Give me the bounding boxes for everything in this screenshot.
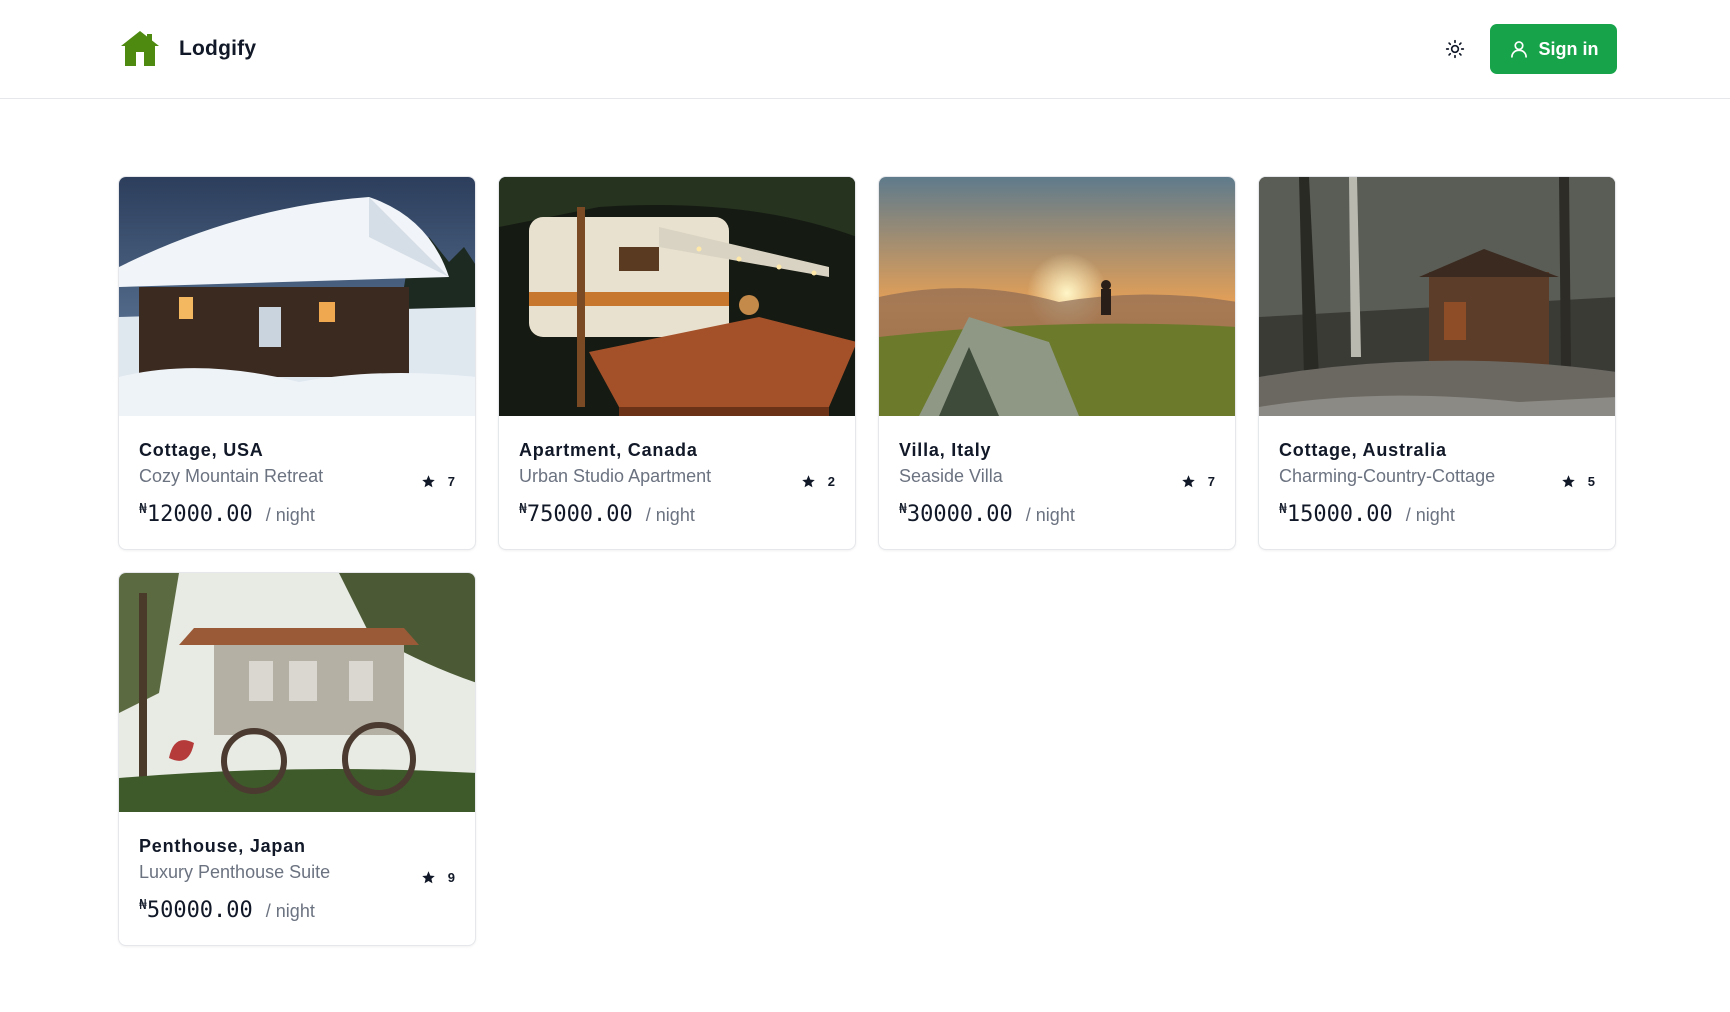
star-icon xyxy=(1562,475,1575,488)
currency-symbol: ₦ xyxy=(899,502,907,517)
currency-symbol: ₦ xyxy=(139,502,147,517)
price-amount: 15000.00 xyxy=(1286,502,1393,527)
brand-logo-link[interactable]: Lodgify xyxy=(119,27,256,71)
listing-photo xyxy=(119,573,475,812)
listing-card[interactable]: Apartment, Canada Urban Studio Apartment… xyxy=(498,176,856,550)
currency-symbol: ₦ xyxy=(1279,502,1287,517)
price-unit: / night xyxy=(265,901,315,921)
currency-symbol: ₦ xyxy=(139,898,147,913)
wagon-house-image xyxy=(119,573,475,812)
sign-in-button[interactable]: Sign in xyxy=(1490,24,1617,74)
listing-price: ₦ 12000.00 / night xyxy=(139,502,455,527)
listing-title: Luxury Penthouse Suite xyxy=(139,862,331,882)
listing-card[interactable]: Villa, Italy Seaside Villa ₦ 30000.00 / … xyxy=(878,176,1236,550)
listing-photo xyxy=(119,177,475,416)
star-icon xyxy=(1182,475,1195,488)
rating-value: 2 xyxy=(827,474,835,489)
top-navbar: Lodgify Sign in xyxy=(0,0,1730,99)
user-icon xyxy=(1510,41,1527,58)
price-unit: / night xyxy=(1025,505,1075,525)
price-unit: / night xyxy=(265,505,315,525)
listing-photo xyxy=(499,177,855,416)
brand-name: Lodgify xyxy=(179,37,257,60)
listing-location: Cottage, USA xyxy=(139,440,264,460)
listing-card[interactable]: Penthouse, Japan Luxury Penthouse Suite … xyxy=(118,572,476,946)
star-icon xyxy=(422,475,435,488)
star-icon xyxy=(422,871,435,884)
price-unit: / night xyxy=(1405,505,1455,525)
listing-location: Penthouse, Japan xyxy=(139,836,306,856)
sun-icon xyxy=(1445,39,1465,59)
tent-sunset-image xyxy=(879,177,1235,416)
star-icon xyxy=(802,475,815,488)
listing-title: Seaside Villa xyxy=(899,466,1003,486)
rating-value: 9 xyxy=(447,870,455,885)
listing-rating: 5 xyxy=(1561,474,1595,489)
sign-in-label: Sign in xyxy=(1538,38,1599,59)
currency-symbol: ₦ xyxy=(519,502,527,517)
listing-price: ₦ 50000.00 / night xyxy=(139,898,455,923)
listing-title: Charming-Country-Cottage xyxy=(1279,466,1496,486)
price-amount: 12000.00 xyxy=(146,502,253,527)
listing-title: Cozy Mountain Retreat xyxy=(139,466,324,486)
price-amount: 30000.00 xyxy=(906,502,1013,527)
listing-card[interactable]: Cottage, Australia Charming-Country-Cott… xyxy=(1258,176,1616,550)
listing-location: Apartment, Canada xyxy=(519,440,698,460)
listing-photo xyxy=(879,177,1235,416)
listing-location: Villa, Italy xyxy=(899,440,992,460)
listing-title: Urban Studio Apartment xyxy=(519,466,712,486)
listing-photo xyxy=(1259,177,1615,416)
forest-cabin-image xyxy=(1259,177,1615,416)
camper-night-image xyxy=(499,177,855,416)
house-icon xyxy=(121,31,159,66)
rating-value: 5 xyxy=(1587,474,1595,489)
listings-grid: Cottage, USA Cozy Mountain Retreat ₦ 120… xyxy=(118,176,1618,946)
listing-rating: 7 xyxy=(1181,474,1215,489)
listing-rating: 9 xyxy=(421,870,455,885)
theme-toggle-button[interactable] xyxy=(1442,36,1468,62)
listing-price: ₦ 30000.00 / night xyxy=(899,502,1215,527)
price-unit: / night xyxy=(645,505,695,525)
listing-rating: 7 xyxy=(421,474,455,489)
rating-value: 7 xyxy=(447,474,455,489)
listing-card[interactable]: Cottage, USA Cozy Mountain Retreat ₦ 120… xyxy=(118,176,476,550)
listing-price: ₦ 15000.00 / night xyxy=(1279,502,1595,527)
price-amount: 75000.00 xyxy=(526,502,633,527)
price-amount: 50000.00 xyxy=(146,898,253,923)
listing-price: ₦ 75000.00 / night xyxy=(519,502,835,527)
snowy-cabin-image xyxy=(119,177,475,416)
rating-value: 7 xyxy=(1207,474,1215,489)
listing-location: Cottage, Australia xyxy=(1279,440,1447,460)
listing-rating: 2 xyxy=(801,474,835,489)
